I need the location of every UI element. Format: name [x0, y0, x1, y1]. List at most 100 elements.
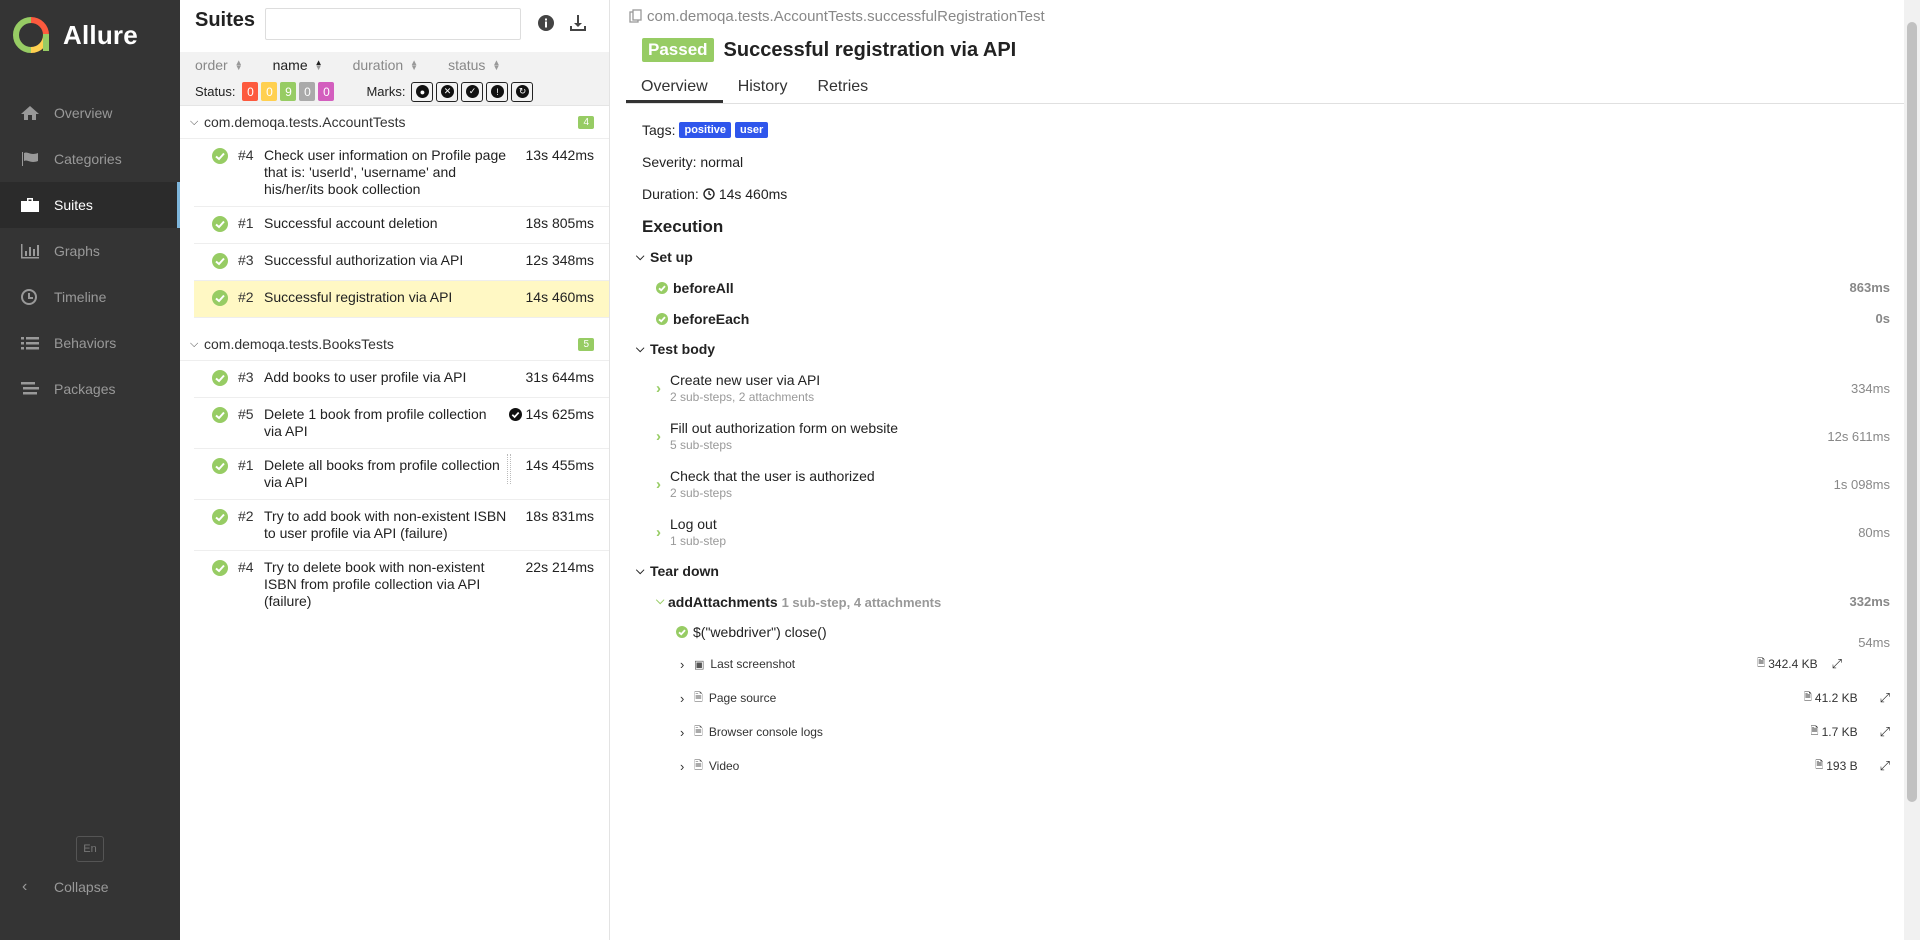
step-summary: 2 sub-steps: [670, 486, 733, 500]
search-input[interactable]: [265, 8, 521, 40]
fixture-step[interactable]: beforeAll 863ms: [626, 272, 1920, 303]
copy-icon[interactable]: [629, 9, 643, 23]
expand-icon[interactable]: ⤢: [1832, 656, 1842, 672]
collapse-button[interactable]: ‹ Collapse: [22, 874, 108, 900]
step-name: Create new user via API: [670, 372, 821, 388]
test-row[interactable]: #2 Try to add book with non-existent ISB…: [194, 500, 609, 551]
step-text: Create new user via API 2 sub-steps, 2 at…: [670, 372, 1851, 404]
tab-retries[interactable]: Retries: [802, 70, 883, 103]
nav-item-overview[interactable]: Overview: [0, 90, 180, 136]
fixture-step[interactable]: beforeEach 0s: [626, 303, 1920, 334]
duration-value: 14s 460ms: [718, 186, 788, 202]
chevron-right-icon: ›: [656, 523, 661, 541]
expand-icon[interactable]: ⤢: [1880, 758, 1890, 774]
fixture-text: addAttachments 1 sub-step, 4 attachments: [668, 594, 1850, 610]
fixture-name: addAttachments: [668, 593, 778, 610]
step-summary: 5 sub-steps: [670, 438, 733, 452]
suite-group-name: com.demoqa.tests.BooksTests: [204, 336, 394, 352]
exclamation-circle-icon: !: [490, 85, 504, 98]
sort-order[interactable]: order ▲ ▼: [195, 57, 243, 73]
stage-setup[interactable]: ⌵ Set up: [626, 242, 1920, 272]
attachment-row[interactable]: › 🗎 Video 🗎 193 B ⤢: [626, 749, 1920, 783]
step-duration: 80ms: [1858, 524, 1890, 540]
test-duration: 13s 442ms: [525, 147, 594, 163]
nav-label: Overview: [54, 105, 113, 121]
new-failed-mark-toggle[interactable]: ✕: [436, 81, 459, 102]
nav-item-suites[interactable]: Suites: [0, 182, 180, 228]
test-duration: 12s 348ms: [525, 252, 594, 268]
test-step[interactable]: › Create new user via API 2 sub-steps, 2 …: [626, 364, 1920, 412]
marks-filter: Marks: ● ✕ ✓ ! ↻: [366, 81, 534, 102]
sub-step[interactable]: $("webdriver") close() 54ms: [626, 617, 1920, 650]
test-name: Successful registration via API: [264, 289, 453, 305]
tag-badge: user: [735, 122, 769, 138]
test-duration: 22s 214ms: [525, 559, 594, 575]
status-skipped-toggle[interactable]: 0: [299, 82, 316, 101]
test-name: Try to add book with non-existent ISBN t…: [264, 508, 507, 541]
stage-teardown[interactable]: ⌵ Tear down: [626, 556, 1920, 586]
tab-history[interactable]: History: [723, 70, 803, 103]
sort-status[interactable]: status ▲ ▼: [448, 57, 500, 73]
sort-label: duration: [352, 57, 404, 73]
status-broken-toggle[interactable]: 0: [261, 82, 278, 101]
nav-item-timeline[interactable]: Timeline: [0, 274, 180, 320]
scrollbar[interactable]: [1904, 0, 1920, 940]
test-row[interactable]: #1 Delete all books from profile collect…: [194, 449, 609, 500]
test-duration-cell: 14s 625ms: [504, 406, 594, 440]
fixture-step-expanded[interactable]: ⌵ addAttachments 1 sub-step, 4 attachmen…: [626, 586, 1920, 617]
test-row[interactable]: #5 Delete 1 book from profile collection…: [194, 398, 609, 449]
refresh-icon: ↻: [515, 85, 529, 98]
suite-group-account-tests[interactable]: ⌵ com.demoqa.tests.AccountTests 4: [180, 106, 609, 139]
flaky-mark-toggle[interactable]: ●: [411, 81, 434, 102]
retries-mark-toggle[interactable]: ↻: [511, 81, 534, 102]
nav-item-graphs[interactable]: Graphs: [0, 228, 180, 274]
stage-test-body[interactable]: ⌵ Test body: [626, 334, 1920, 364]
attachment-row[interactable]: › ▣ Last screenshot 🗎 342.4 KB ⤢: [626, 647, 1920, 681]
test-step[interactable]: › Check that the user is authorized 2 sub…: [626, 460, 1920, 508]
new-broken-mark-toggle[interactable]: !: [486, 81, 509, 102]
test-row-selected[interactable]: #2 Successful registration via API 14s 4…: [194, 281, 609, 318]
home-icon: [20, 105, 54, 121]
marks-label: Marks:: [366, 84, 406, 99]
brand[interactable]: Allure: [0, 0, 180, 70]
status-passed-toggle[interactable]: 9: [280, 82, 297, 101]
nav-item-packages[interactable]: Packages: [0, 366, 180, 412]
stage-label: Test body: [650, 341, 716, 357]
new-passed-mark-toggle[interactable]: ✓: [461, 81, 484, 102]
scrollbar-thumb[interactable]: [1907, 22, 1917, 802]
chevron-left-icon: ‹: [22, 878, 28, 895]
attachment-name: Browser console logs: [708, 725, 823, 739]
download-icon[interactable]: [569, 14, 587, 35]
status-failed-toggle[interactable]: 0: [242, 82, 259, 101]
sort-name[interactable]: name ▲ ▼: [273, 57, 323, 73]
language-selector[interactable]: En: [76, 836, 104, 862]
pane-resize-handle[interactable]: [507, 454, 511, 484]
suite-group-books-tests[interactable]: ⌵ com.demoqa.tests.BooksTests 5: [180, 328, 609, 361]
test-row[interactable]: #4 Try to delete book with non-existent …: [194, 551, 609, 618]
expand-icon[interactable]: ⤢: [1880, 690, 1890, 706]
fixture-name: beforeEach: [673, 310, 750, 327]
tab-overview[interactable]: Overview: [626, 70, 723, 103]
test-duration: 14s 460ms: [525, 289, 594, 305]
test-step[interactable]: › Fill out authorization form on website…: [626, 412, 1920, 460]
new-passed-mark-icon: [508, 408, 522, 421]
sort-duration[interactable]: duration ▲ ▼: [353, 57, 419, 73]
status-filter-bar: Status: 0 0 9 0 0 Marks: ● ✕ ✓ ! ↻: [180, 78, 609, 106]
stage-label: Set up: [650, 249, 693, 265]
nav-item-behaviors[interactable]: Behaviors: [0, 320, 180, 366]
test-step[interactable]: › Log out 1 sub-step 80ms: [626, 508, 1920, 556]
info-icon[interactable]: [537, 14, 555, 35]
test-row[interactable]: #4 Check user information on Profile pag…: [194, 139, 609, 207]
expand-icon[interactable]: ⤢: [1880, 724, 1890, 740]
test-row[interactable]: #3 Successful authorization via API 12s …: [194, 244, 609, 281]
step-name: Fill out authorization form on website: [670, 420, 898, 436]
test-row[interactable]: #1 Successful account deletion 18s 805ms: [194, 207, 609, 244]
test-full-name: com.demoqa.tests.AccountTests.successful…: [647, 7, 1045, 25]
nav-item-categories[interactable]: Categories: [0, 136, 180, 182]
sort-label: status: [448, 57, 486, 73]
test-row[interactable]: #3 Add books to user profile via API 31s…: [194, 361, 609, 398]
list-icon: [20, 335, 54, 351]
attachment-row[interactable]: › 🗎 Browser console logs 🗎 1.7 KB ⤢: [626, 715, 1920, 749]
status-unknown-toggle[interactable]: 0: [318, 82, 335, 101]
attachment-row[interactable]: › 🗎 Page source 🗎 41.2 KB ⤢: [626, 681, 1920, 715]
